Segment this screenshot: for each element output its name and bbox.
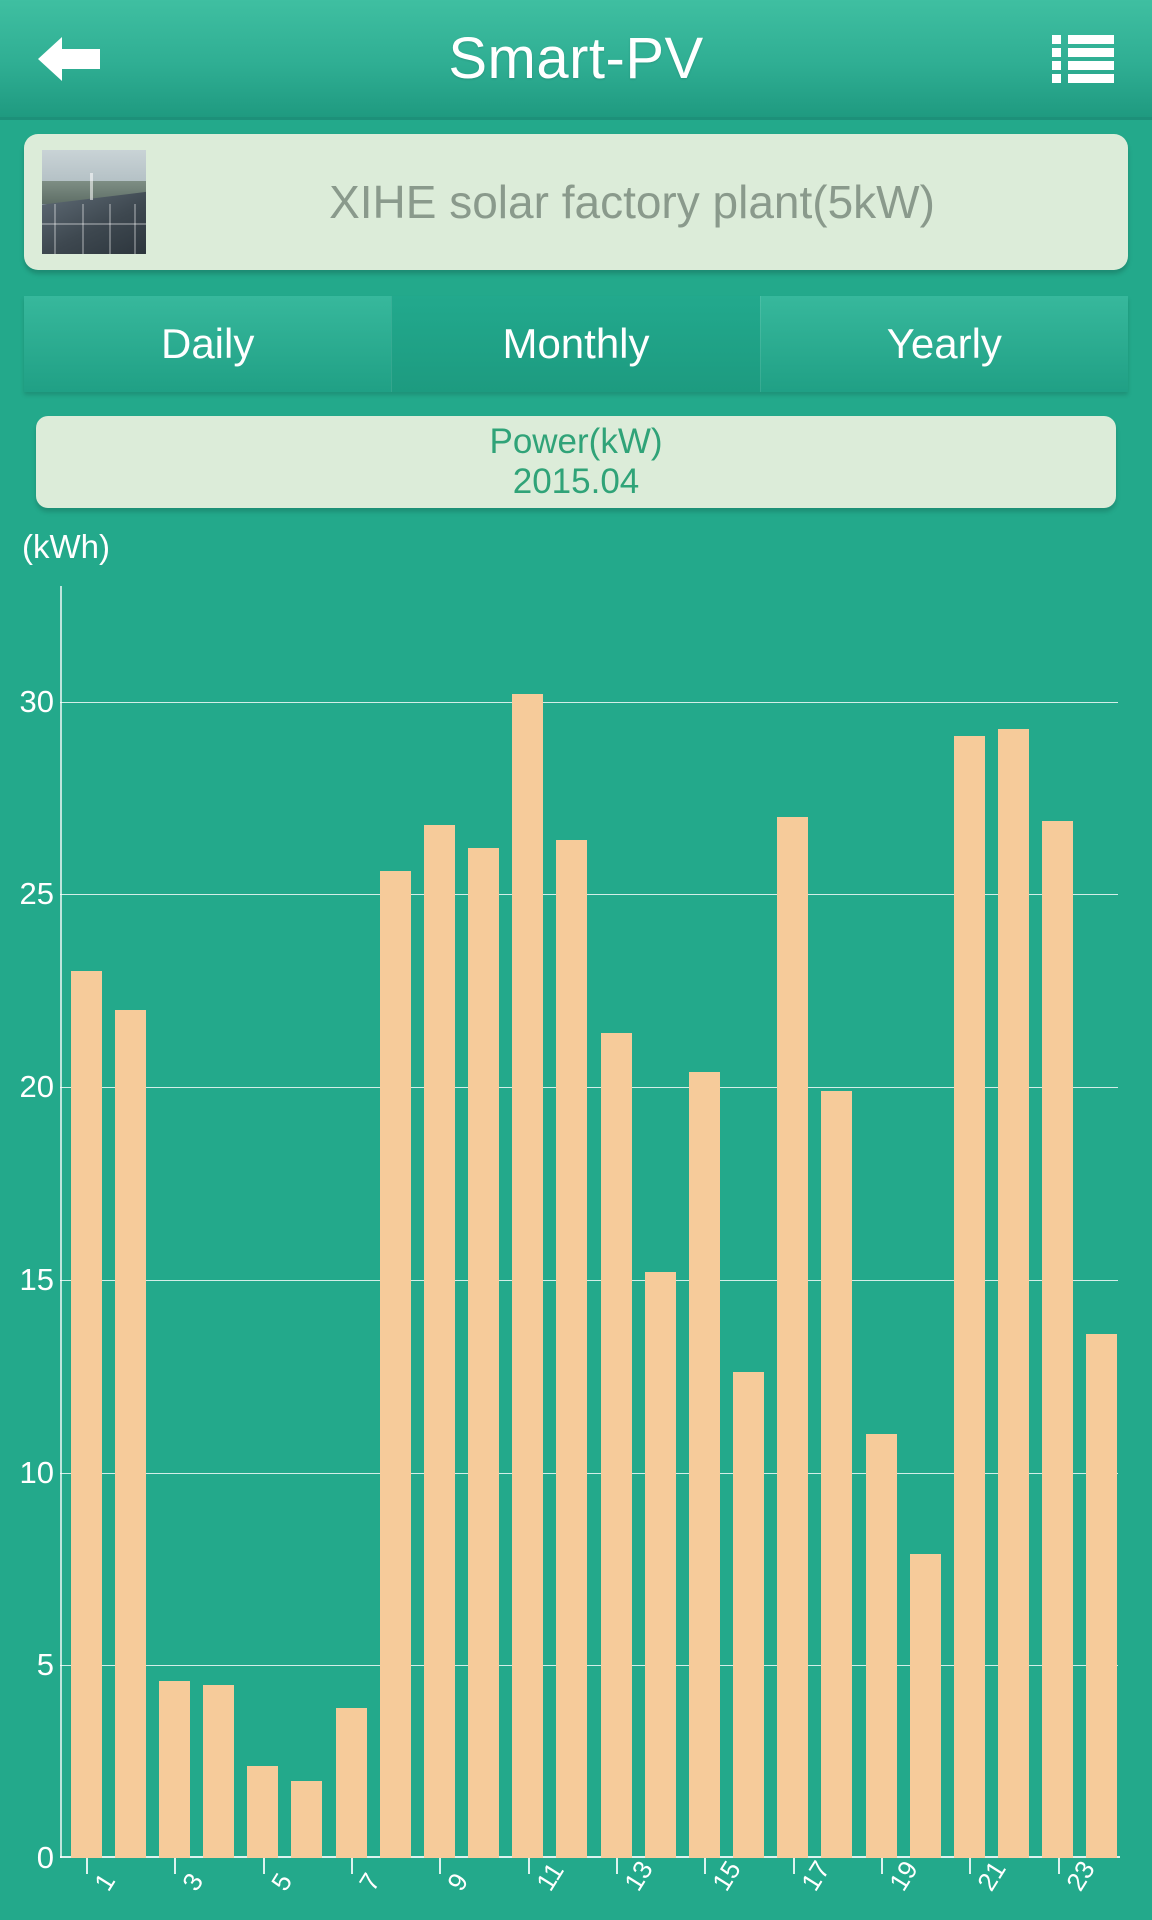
x-tick-mark — [881, 1858, 884, 1874]
tab-monthly[interactable]: Monthly — [391, 296, 760, 392]
tab-yearly[interactable]: Yearly — [759, 296, 1128, 392]
x-tick-label: 21 — [971, 1855, 1013, 1896]
y-tick-label: 20 — [19, 1069, 54, 1105]
bar[interactable] — [70, 971, 102, 1858]
bar[interactable] — [688, 1071, 720, 1858]
chart-title-panel[interactable]: Power(kW) 2015.04 — [36, 416, 1116, 508]
period-tabs: Daily Monthly Yearly — [24, 296, 1128, 392]
bar[interactable] — [423, 824, 455, 1858]
bar[interactable] — [998, 728, 1030, 1858]
x-tick-label: 1 — [88, 1867, 122, 1896]
app-root: Smart-PV XIHE solar factory plant(5kW) D… — [0, 0, 1152, 1920]
tab-daily[interactable]: Daily — [24, 296, 392, 392]
bar[interactable] — [1086, 1333, 1118, 1858]
bar[interactable] — [909, 1553, 941, 1858]
y-tick-label: 15 — [19, 1261, 54, 1297]
x-tick-mark — [792, 1858, 795, 1874]
bar[interactable] — [247, 1765, 279, 1858]
hamburger-list-icon — [1052, 34, 1114, 44]
x-tick-label: 23 — [1059, 1855, 1101, 1896]
y-tick-label: 25 — [19, 876, 54, 912]
x-tick-mark — [351, 1858, 354, 1874]
bar[interactable] — [291, 1780, 323, 1858]
x-tick-label: 11 — [529, 1857, 570, 1896]
bar[interactable] — [468, 848, 500, 1858]
bar[interactable] — [733, 1372, 765, 1858]
bar[interactable] — [953, 736, 985, 1858]
bar[interactable] — [1042, 821, 1074, 1858]
bar[interactable] — [644, 1272, 676, 1858]
y-axis-unit-label: (kWh) — [22, 528, 110, 565]
x-tick-label: 15 — [706, 1855, 748, 1896]
x-tick-label: 19 — [883, 1855, 924, 1896]
y-tick-label: 10 — [19, 1454, 54, 1490]
x-tick-mark — [439, 1858, 442, 1874]
x-tick-mark — [1057, 1858, 1060, 1874]
bar[interactable] — [158, 1680, 190, 1858]
bar-chart: 0 5 10 15 20 25 30 1 3 5 7 9 11 13 15 17 19 21 23 — [20, 586, 1120, 1896]
plant-thumbnail — [42, 150, 146, 254]
menu-button[interactable] — [1052, 34, 1114, 83]
x-tick-mark — [704, 1858, 707, 1874]
bar[interactable] — [512, 693, 544, 1858]
x-tick-mark — [969, 1858, 972, 1874]
x-tick-label: 17 — [794, 1855, 836, 1896]
bar[interactable] — [556, 840, 588, 1858]
chart-metric-label: Power(kW) — [489, 422, 663, 462]
x-tick-label: 5 — [264, 1867, 298, 1896]
app-header: Smart-PV — [0, 0, 1152, 120]
bar-series — [60, 586, 1120, 1858]
bar[interactable] — [777, 817, 809, 1858]
y-tick-label: 5 — [36, 1647, 54, 1683]
bar[interactable] — [379, 871, 411, 1858]
back-button[interactable] — [38, 33, 100, 85]
plant-name: XIHE solar factory plant(5kW) — [329, 176, 935, 228]
bar[interactable] — [114, 1010, 146, 1858]
x-tick-mark — [174, 1858, 177, 1874]
x-tick-mark — [86, 1858, 89, 1874]
bar[interactable] — [203, 1684, 235, 1858]
x-tick-label: 13 — [618, 1855, 659, 1896]
x-axis-ticks: 1 3 5 7 9 11 13 15 17 19 21 23 — [60, 1855, 1120, 1918]
x-tick-label: 3 — [176, 1867, 210, 1896]
bar[interactable] — [335, 1707, 367, 1858]
page-title: Smart-PV — [448, 26, 704, 91]
y-tick-label: 0 — [36, 1840, 54, 1875]
bar[interactable] — [821, 1090, 853, 1858]
x-tick-mark — [527, 1858, 530, 1874]
bar[interactable] — [865, 1434, 897, 1858]
y-tick-label: 30 — [19, 683, 54, 719]
x-tick-mark — [262, 1858, 265, 1874]
x-tick-label: 9 — [441, 1867, 475, 1896]
bar[interactable] — [600, 1033, 632, 1858]
x-tick-mark — [616, 1858, 619, 1874]
arrow-left-icon — [38, 36, 100, 81]
chart-period-label: 2015.04 — [512, 462, 640, 501]
plant-card[interactable]: XIHE solar factory plant(5kW) — [24, 134, 1128, 270]
x-tick-label: 7 — [353, 1867, 387, 1896]
